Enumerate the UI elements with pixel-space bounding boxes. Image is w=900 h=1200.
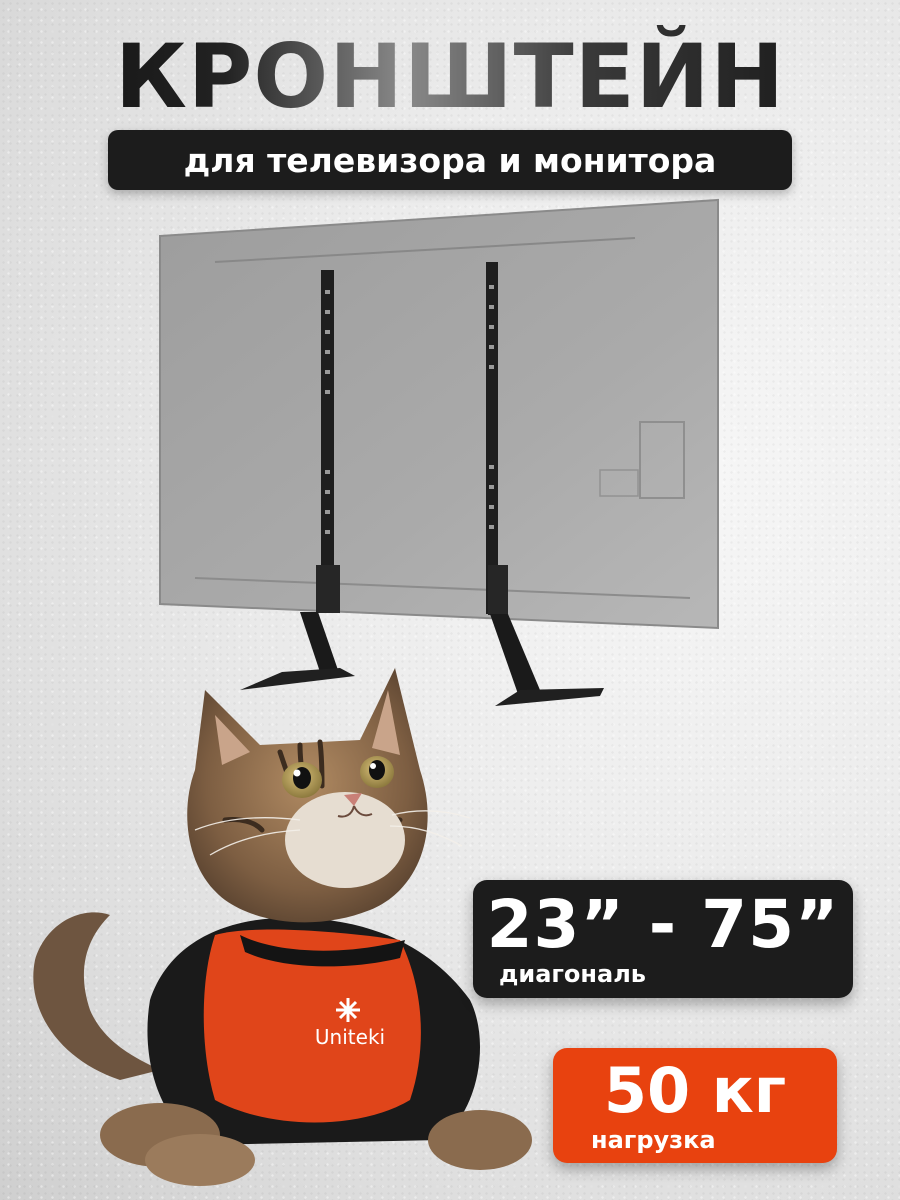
shirt-brand-text: Uniteki — [315, 1025, 385, 1049]
kitten-illustration: Uniteki — [33, 668, 532, 1186]
product-scene: Uniteki — [33, 198, 719, 1186]
diagonal-badge: 23” - 75” диагональ — [473, 880, 853, 998]
load-badge: 50 кг нагрузка — [553, 1048, 837, 1163]
diagonal-value: 23” - 75” — [486, 886, 840, 963]
tv-back-panel — [159, 198, 719, 630]
load-label: нагрузка — [591, 1126, 716, 1154]
diagonal-label: диагональ — [499, 960, 646, 988]
load-value: 50 кг — [603, 1054, 787, 1127]
